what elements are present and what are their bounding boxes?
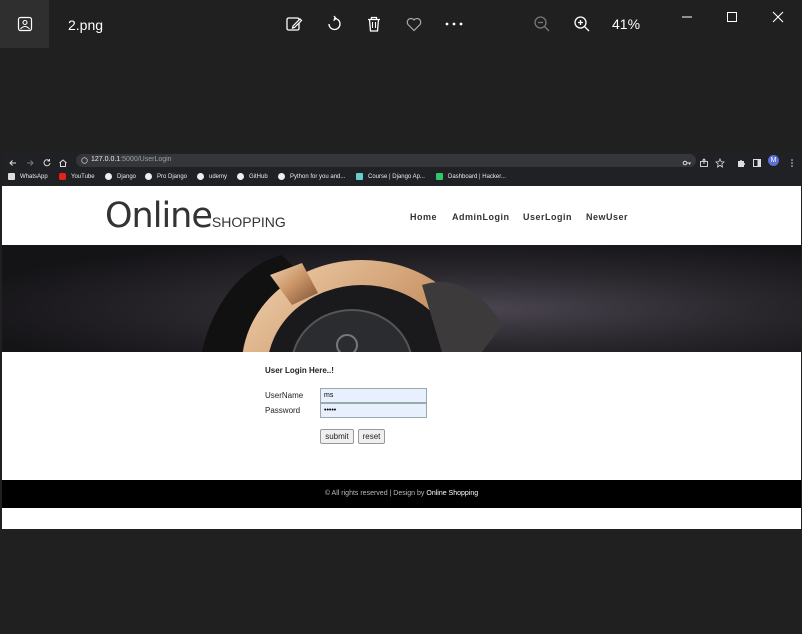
extensions-icon[interactable] (736, 155, 746, 167)
rotate-icon[interactable] (324, 14, 344, 34)
maximize-icon[interactable] (725, 10, 739, 24)
zoom-out-icon[interactable] (532, 14, 552, 34)
footer-brand-link[interactable]: Online Shopping (426, 490, 478, 497)
username-label: UserName (265, 391, 304, 400)
address-bar[interactable]: 127.0.0.1:5000/UserLogin (76, 154, 696, 167)
photos-app-icon[interactable] (0, 0, 49, 48)
watch-banner-image (2, 245, 801, 352)
bookmark-pro-django[interactable]: Pro Django (145, 173, 187, 180)
url-text: 127.0.0.1:5000/UserLogin (91, 156, 172, 163)
edit-image-icon[interactable] (284, 14, 304, 34)
profile-avatar[interactable]: M (768, 155, 779, 166)
back-icon[interactable] (8, 155, 18, 166)
bookmark-dashboard[interactable]: Dashboard | Hacker... (436, 173, 506, 180)
zoom-in-icon[interactable] (572, 14, 592, 34)
side-panel-icon[interactable] (752, 155, 762, 167)
bookmark-github[interactable]: GitHub (237, 173, 268, 180)
file-name: 2.png (68, 17, 104, 33)
home-icon[interactable] (58, 155, 68, 167)
nav-admin-login[interactable]: AdminLogin (452, 212, 510, 222)
browser-menu-icon[interactable] (787, 155, 797, 167)
browser-toolbar: 127.0.0.1:5000/UserLogin M (2, 152, 801, 169)
nav-new-user[interactable]: NewUser (586, 212, 628, 222)
bookmark-course[interactable]: Course | Django Ap... (356, 173, 425, 180)
close-icon[interactable] (771, 10, 785, 24)
nav-user-login[interactable]: UserLogin (523, 212, 572, 222)
site-header: OnlineSHOPPING Home AdminLogin UserLogin… (2, 186, 801, 245)
footer-copyright: © All rights reserved | Design by Online… (324, 490, 479, 497)
bookmark-django[interactable]: Django (105, 173, 136, 180)
site-logo[interactable]: OnlineSHOPPING (105, 196, 286, 236)
favorite-icon[interactable] (404, 14, 424, 34)
site-info-icon[interactable] (81, 157, 88, 164)
bookmark-udemy[interactable]: udemy (197, 173, 227, 180)
bookmark-whatsapp[interactable]: WhatsApp (8, 173, 48, 180)
login-heading: User Login Here..! (265, 366, 334, 375)
bookmark-youtube[interactable]: YouTube (59, 173, 95, 180)
share-icon[interactable] (699, 155, 709, 167)
site-footer: © All rights reserved | Design by Online… (2, 480, 801, 508)
minimize-icon[interactable] (680, 10, 694, 24)
reload-icon[interactable] (42, 155, 52, 167)
forward-icon[interactable] (25, 155, 35, 166)
photo-viewer-toolbar: 2.png 41% (0, 0, 802, 48)
submit-button[interactable]: submit (320, 429, 354, 444)
bookmark-star-icon[interactable] (715, 155, 725, 168)
password-input[interactable]: ••••• (320, 403, 427, 418)
password-label: Password (265, 406, 301, 415)
reset-button[interactable]: reset (358, 429, 385, 444)
username-input[interactable]: ms (320, 388, 427, 403)
more-options-icon[interactable] (444, 14, 464, 34)
nav-home[interactable]: Home (410, 212, 437, 222)
displayed-image: 127.0.0.1:5000/UserLogin M WhatsApp YouT… (2, 152, 801, 529)
bookmark-python[interactable]: Python for you and... (278, 173, 345, 180)
login-form: User Login Here..! UserName ms Password … (2, 352, 801, 480)
zoom-level[interactable]: 41% (612, 16, 640, 32)
key-icon[interactable] (682, 155, 692, 166)
delete-icon[interactable] (364, 14, 384, 34)
bookmarks-bar: WhatsApp YouTube Django Pro Django udemy… (2, 169, 801, 186)
